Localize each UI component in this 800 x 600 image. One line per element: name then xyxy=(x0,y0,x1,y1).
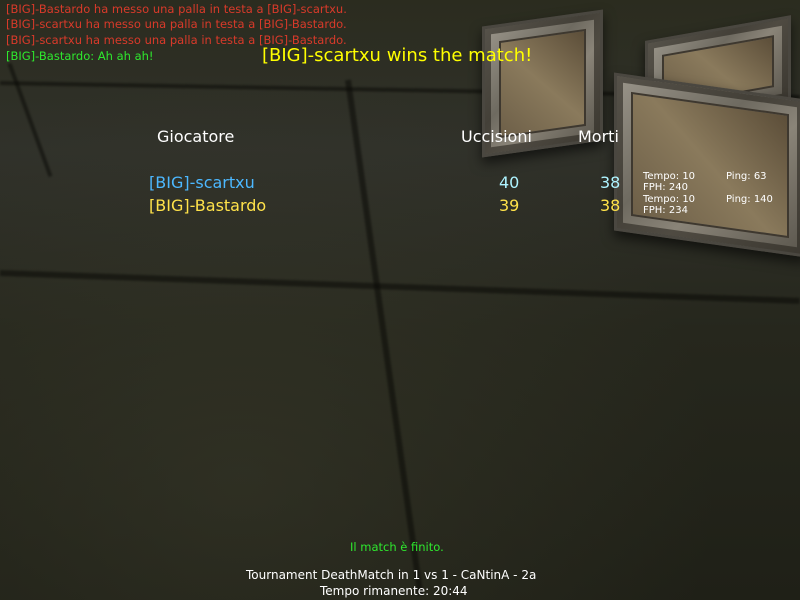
player-ping: Ping: 140 xyxy=(726,194,773,205)
floor-seam xyxy=(7,62,53,178)
player-kills: 39 xyxy=(499,196,520,215)
player-fph: FPH: 240 xyxy=(643,182,688,193)
column-header-player: Giocatore xyxy=(157,127,235,146)
player-fph: FPH: 234 xyxy=(643,205,688,216)
player-deaths: 38 xyxy=(600,196,621,215)
player-deaths: 38 xyxy=(600,173,621,192)
player-kills: 40 xyxy=(499,173,520,192)
match-status: Il match è finito. xyxy=(350,540,444,554)
chat-message: [BIG]-Bastardo: Ah ah ah! xyxy=(6,49,154,63)
winner-announcement: [BIG]-scartxu wins the match! xyxy=(262,45,533,66)
chat-message: [BIG]-scartxu ha messo una palla in test… xyxy=(6,17,347,31)
player-ping: Ping: 63 xyxy=(726,171,767,182)
floor-seam xyxy=(0,270,800,304)
chat-message: [BIG]-Bastardo ha messo una palla in tes… xyxy=(6,2,347,16)
column-header-kills: Uccisioni xyxy=(461,127,532,146)
player-name: [BIG]-scartxu xyxy=(149,173,255,192)
player-time: Tempo: 10 xyxy=(643,171,696,182)
player-name: [BIG]-Bastardo xyxy=(149,196,267,215)
game-viewport: [BIG]-Bastardo ha messo una palla in tes… xyxy=(0,0,800,600)
crate xyxy=(614,72,800,258)
player-time: Tempo: 10 xyxy=(643,194,696,205)
match-info: Tournament DeathMatch in 1 vs 1 - CaNtin… xyxy=(246,568,537,582)
time-remaining: Tempo rimanente: 20:44 xyxy=(320,584,468,598)
column-header-deaths: Morti xyxy=(578,127,619,146)
floor-seam xyxy=(345,79,424,596)
